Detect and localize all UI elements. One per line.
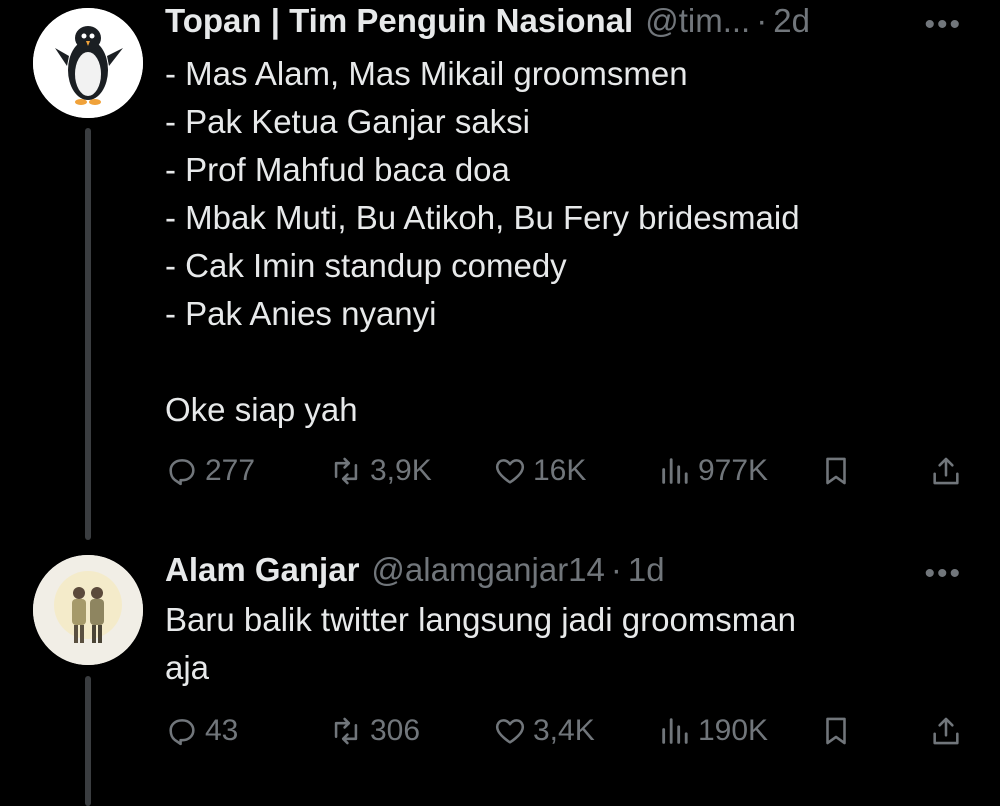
tweet-text-line: Baru balik twitter langsung jadi groomsm… bbox=[165, 601, 796, 638]
tweet-text-line: - Prof Mahfud baca doa bbox=[165, 151, 510, 188]
reply-button[interactable]: 43 bbox=[165, 714, 238, 748]
bookmark-icon bbox=[826, 717, 846, 745]
thread-line bbox=[85, 676, 91, 806]
tweet[interactable]: Topan | Tim Penguin Nasional @tim... · 2… bbox=[0, 0, 1000, 540]
tweet-header: Topan | Tim Penguin Nasional @tim... · 2… bbox=[165, 2, 810, 40]
share-icon bbox=[933, 457, 959, 485]
more-options-icon[interactable]: ••• bbox=[924, 8, 962, 42]
tweet-text: - Mas Alam, Mas Mikail groomsmen - Pak K… bbox=[165, 50, 800, 434]
avatar[interactable] bbox=[33, 8, 143, 118]
repost-button[interactable]: 306 bbox=[328, 714, 420, 748]
display-name[interactable]: Topan | Tim Penguin Nasional bbox=[165, 2, 633, 40]
view-count: 977K bbox=[698, 454, 769, 487]
view-count: 190K bbox=[698, 714, 769, 747]
views-button[interactable]: 977K bbox=[658, 454, 768, 488]
views-button[interactable]: 190K bbox=[658, 714, 768, 748]
penguin-avatar-icon bbox=[33, 8, 143, 118]
action-bar: 277 3,9K 16K 977K bbox=[165, 454, 965, 494]
thread-line bbox=[85, 128, 91, 540]
tweet-text-line: - Cak Imin standup comedy bbox=[165, 247, 567, 284]
timestamp[interactable]: 1d bbox=[628, 551, 665, 589]
tweet-text-line: - Mas Alam, Mas Mikail groomsmen bbox=[165, 55, 688, 92]
repost-icon bbox=[334, 457, 358, 485]
repost-button[interactable]: 3,9K bbox=[328, 454, 432, 488]
views-icon bbox=[662, 718, 688, 744]
tweet-header: Alam Ganjar @alamganjar14 · 1d bbox=[165, 551, 665, 589]
bookmark-icon bbox=[826, 457, 846, 485]
repost-count: 306 bbox=[370, 714, 421, 747]
bookmark-button[interactable] bbox=[819, 454, 853, 488]
reply-count: 277 bbox=[205, 454, 256, 487]
views-icon bbox=[662, 458, 688, 484]
user-handle[interactable]: @tim... bbox=[645, 2, 750, 40]
reply-count: 43 bbox=[205, 714, 239, 747]
separator: · bbox=[610, 551, 622, 588]
like-icon bbox=[495, 459, 525, 484]
tweet-text-line: Oke siap yah bbox=[165, 391, 358, 428]
avatar[interactable] bbox=[33, 555, 143, 665]
bookmark-button[interactable] bbox=[819, 714, 853, 748]
share-button[interactable] bbox=[929, 454, 963, 488]
like-icon bbox=[495, 719, 525, 744]
tweet-text: Baru balik twitter langsung jadi groomsm… bbox=[165, 596, 796, 692]
display-name[interactable]: Alam Ganjar bbox=[165, 551, 359, 589]
separator: · bbox=[756, 2, 768, 39]
tweet-text-line: aja bbox=[165, 649, 210, 686]
like-count: 16K bbox=[533, 454, 587, 487]
tweet-text-line: - Mbak Muti, Bu Atikoh, Bu Fery bridesma… bbox=[165, 199, 800, 236]
like-count: 3,4K bbox=[533, 714, 595, 747]
tweet-text-line: - Pak Ketua Ganjar saksi bbox=[165, 103, 530, 140]
like-button[interactable]: 16K bbox=[493, 454, 586, 488]
share-button[interactable] bbox=[929, 714, 963, 748]
user-handle[interactable]: @alamganjar14 bbox=[371, 551, 604, 589]
tweet-text-line: - Pak Anies nyanyi bbox=[165, 295, 437, 332]
timestamp[interactable]: 2d bbox=[773, 2, 810, 40]
more-options-icon[interactable]: ••• bbox=[924, 557, 962, 591]
reply-icon bbox=[169, 459, 195, 486]
reply-icon bbox=[169, 719, 195, 746]
repost-count: 3,9K bbox=[370, 454, 432, 487]
couple-illustration-avatar-icon bbox=[33, 555, 143, 665]
tweet[interactable]: Alam Ganjar @alamganjar14 · 1d ••• Baru … bbox=[0, 540, 1000, 806]
reply-button[interactable]: 277 bbox=[165, 454, 255, 488]
tweet-text-line bbox=[165, 338, 800, 386]
like-button[interactable]: 3,4K bbox=[493, 714, 595, 748]
share-icon bbox=[933, 717, 959, 745]
action-bar: 43 306 3,4K 190K bbox=[165, 714, 965, 754]
repost-icon bbox=[334, 717, 358, 745]
